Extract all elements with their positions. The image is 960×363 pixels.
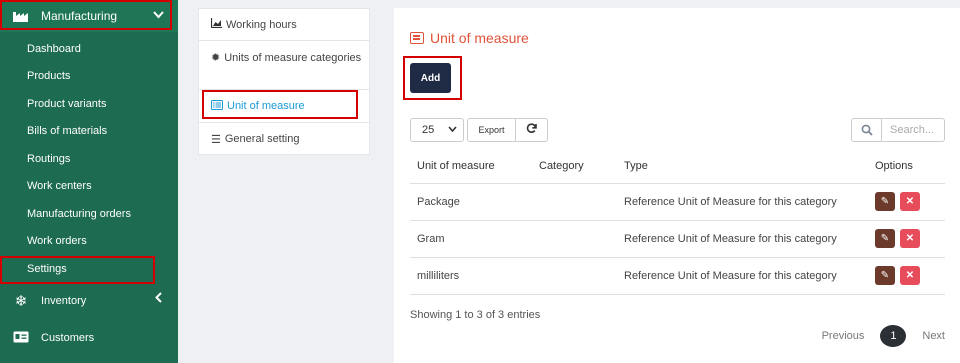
cell-type: Reference Unit of Measure for this categ…	[617, 220, 868, 258]
pagination: Previous 1 Next	[822, 325, 945, 347]
cell-category	[532, 183, 617, 221]
menu-icon: ☰	[211, 133, 221, 146]
chevron-down-icon[interactable]	[153, 8, 164, 22]
table-row: Package Reference Unit of Measure for th…	[410, 183, 945, 221]
settings-nav-label: Unit of measure	[227, 100, 305, 112]
sidebar-item-product-variants[interactable]: Product variants	[27, 98, 106, 110]
main-panel: Unit of measure Add 25 Export Unit of me…	[394, 8, 960, 363]
gear-icon: ✹	[211, 52, 221, 64]
page-size-value: 25	[422, 124, 435, 136]
delete-button[interactable]: ✕	[900, 192, 920, 211]
delete-button[interactable]: ✕	[900, 229, 920, 248]
search-box	[851, 118, 945, 142]
settings-nav-label: Working hours	[226, 18, 297, 31]
cell-options: ✎ ✕	[868, 257, 945, 295]
cell-type: Reference Unit of Measure for this categ…	[617, 183, 868, 221]
table-info: Showing 1 to 3 of 3 entries	[410, 309, 541, 321]
column-header-category[interactable]: Category	[532, 149, 617, 184]
chart-icon	[210, 18, 222, 31]
cell-category	[532, 257, 617, 295]
sidebar-item-dashboard[interactable]: Dashboard	[27, 43, 81, 55]
export-button[interactable]: Export	[467, 118, 516, 142]
search-input[interactable]	[882, 118, 945, 142]
settings-nav-label: Units of measure categories	[224, 52, 362, 64]
close-icon: ✕	[905, 270, 915, 281]
settings-nav-label: General setting	[224, 133, 300, 145]
sidebar-section-label: Customers	[41, 332, 95, 344]
sidebar-item-manufacturing-orders[interactable]: Manufacturing orders	[27, 208, 131, 220]
id-card-icon	[12, 330, 30, 347]
table-tools: Export	[467, 118, 548, 142]
sidebar-section-customers[interactable]: Customers	[0, 319, 178, 357]
pagination-page-current[interactable]: 1	[880, 325, 907, 347]
cell-type: Reference Unit of Measure for this categ…	[617, 257, 868, 295]
cell-category	[532, 220, 617, 258]
edit-icon: ✎	[880, 270, 890, 281]
sidebar-section-inventory[interactable]: ❄ Inventory	[0, 282, 178, 320]
sidebar-item-work-orders[interactable]: Work orders	[27, 235, 87, 247]
add-button[interactable]: Add	[410, 63, 451, 93]
page-size-select[interactable]: 25	[410, 118, 464, 142]
sidebar-module-manufacturing[interactable]: Manufacturing	[0, 0, 178, 32]
settings-nav-general-setting[interactable]: ☰ General setting	[199, 123, 369, 155]
sidebar-module-label: Manufacturing	[41, 9, 118, 23]
settings-nav: Working hours ✹ Units of measure categori…	[198, 8, 370, 155]
table-row: Gram Reference Unit of Measure for this …	[410, 220, 945, 258]
delete-button[interactable]: ✕	[900, 266, 920, 285]
settings-nav-unit-of-measure[interactable]: Unit of measure	[199, 90, 369, 123]
close-icon: ✕	[905, 233, 915, 244]
table-header-row: Unit of measure Category Type Options	[410, 149, 945, 184]
list-icon	[410, 32, 424, 44]
cell-unit: Package	[410, 183, 532, 221]
edit-button[interactable]: ✎	[875, 266, 895, 285]
cell-unit: Gram	[410, 220, 532, 258]
settings-nav-working-hours[interactable]: Working hours	[199, 9, 369, 41]
table-row: milliliters Reference Unit of Measure fo…	[410, 257, 945, 295]
edit-icon: ✎	[880, 196, 890, 207]
sidebar-item-products[interactable]: Products	[27, 70, 70, 82]
edit-icon: ✎	[880, 233, 890, 244]
cell-options: ✎ ✕	[868, 220, 945, 258]
refresh-button[interactable]	[516, 118, 548, 142]
sidebar-section-label: Inventory	[41, 295, 87, 307]
cell-options: ✎ ✕	[868, 183, 945, 221]
sidebar: Manufacturing Dashboard Products Product…	[0, 0, 178, 363]
uom-table: Unit of measure Category Type Options Pa…	[410, 149, 945, 295]
pagination-next[interactable]: Next	[922, 330, 945, 342]
page-title: Unit of measure	[410, 30, 529, 46]
cell-unit: milliliters	[410, 257, 532, 295]
sidebar-item-settings[interactable]: Settings	[27, 263, 67, 275]
chevron-down-icon	[448, 124, 457, 134]
page-title-text: Unit of measure	[430, 30, 529, 46]
edit-button[interactable]: ✎	[875, 229, 895, 248]
column-header-type[interactable]: Type	[617, 149, 868, 184]
column-header-options: Options	[868, 149, 945, 184]
snowflake-icon: ❄	[14, 293, 28, 310]
list-icon	[211, 99, 223, 113]
close-icon: ✕	[905, 196, 915, 207]
factory-icon	[12, 9, 30, 23]
sidebar-item-work-centers[interactable]: Work centers	[27, 180, 92, 192]
sidebar-item-bills-of-materials[interactable]: Bills of materials	[27, 125, 107, 137]
sidebar-item-routings[interactable]: Routings	[27, 153, 70, 165]
search-icon[interactable]	[851, 118, 882, 142]
column-header-unit[interactable]: Unit of measure	[410, 149, 532, 184]
edit-button[interactable]: ✎	[875, 192, 895, 211]
highlight-box	[0, 256, 155, 284]
pagination-previous[interactable]: Previous	[822, 330, 865, 342]
settings-nav-label-wrap: ✹ Units of measure categories	[211, 50, 361, 66]
refresh-icon	[526, 123, 537, 137]
chevron-left-icon[interactable]	[155, 292, 162, 306]
settings-nav-uom-categories[interactable]: ✹ Units of measure categories	[199, 41, 369, 90]
